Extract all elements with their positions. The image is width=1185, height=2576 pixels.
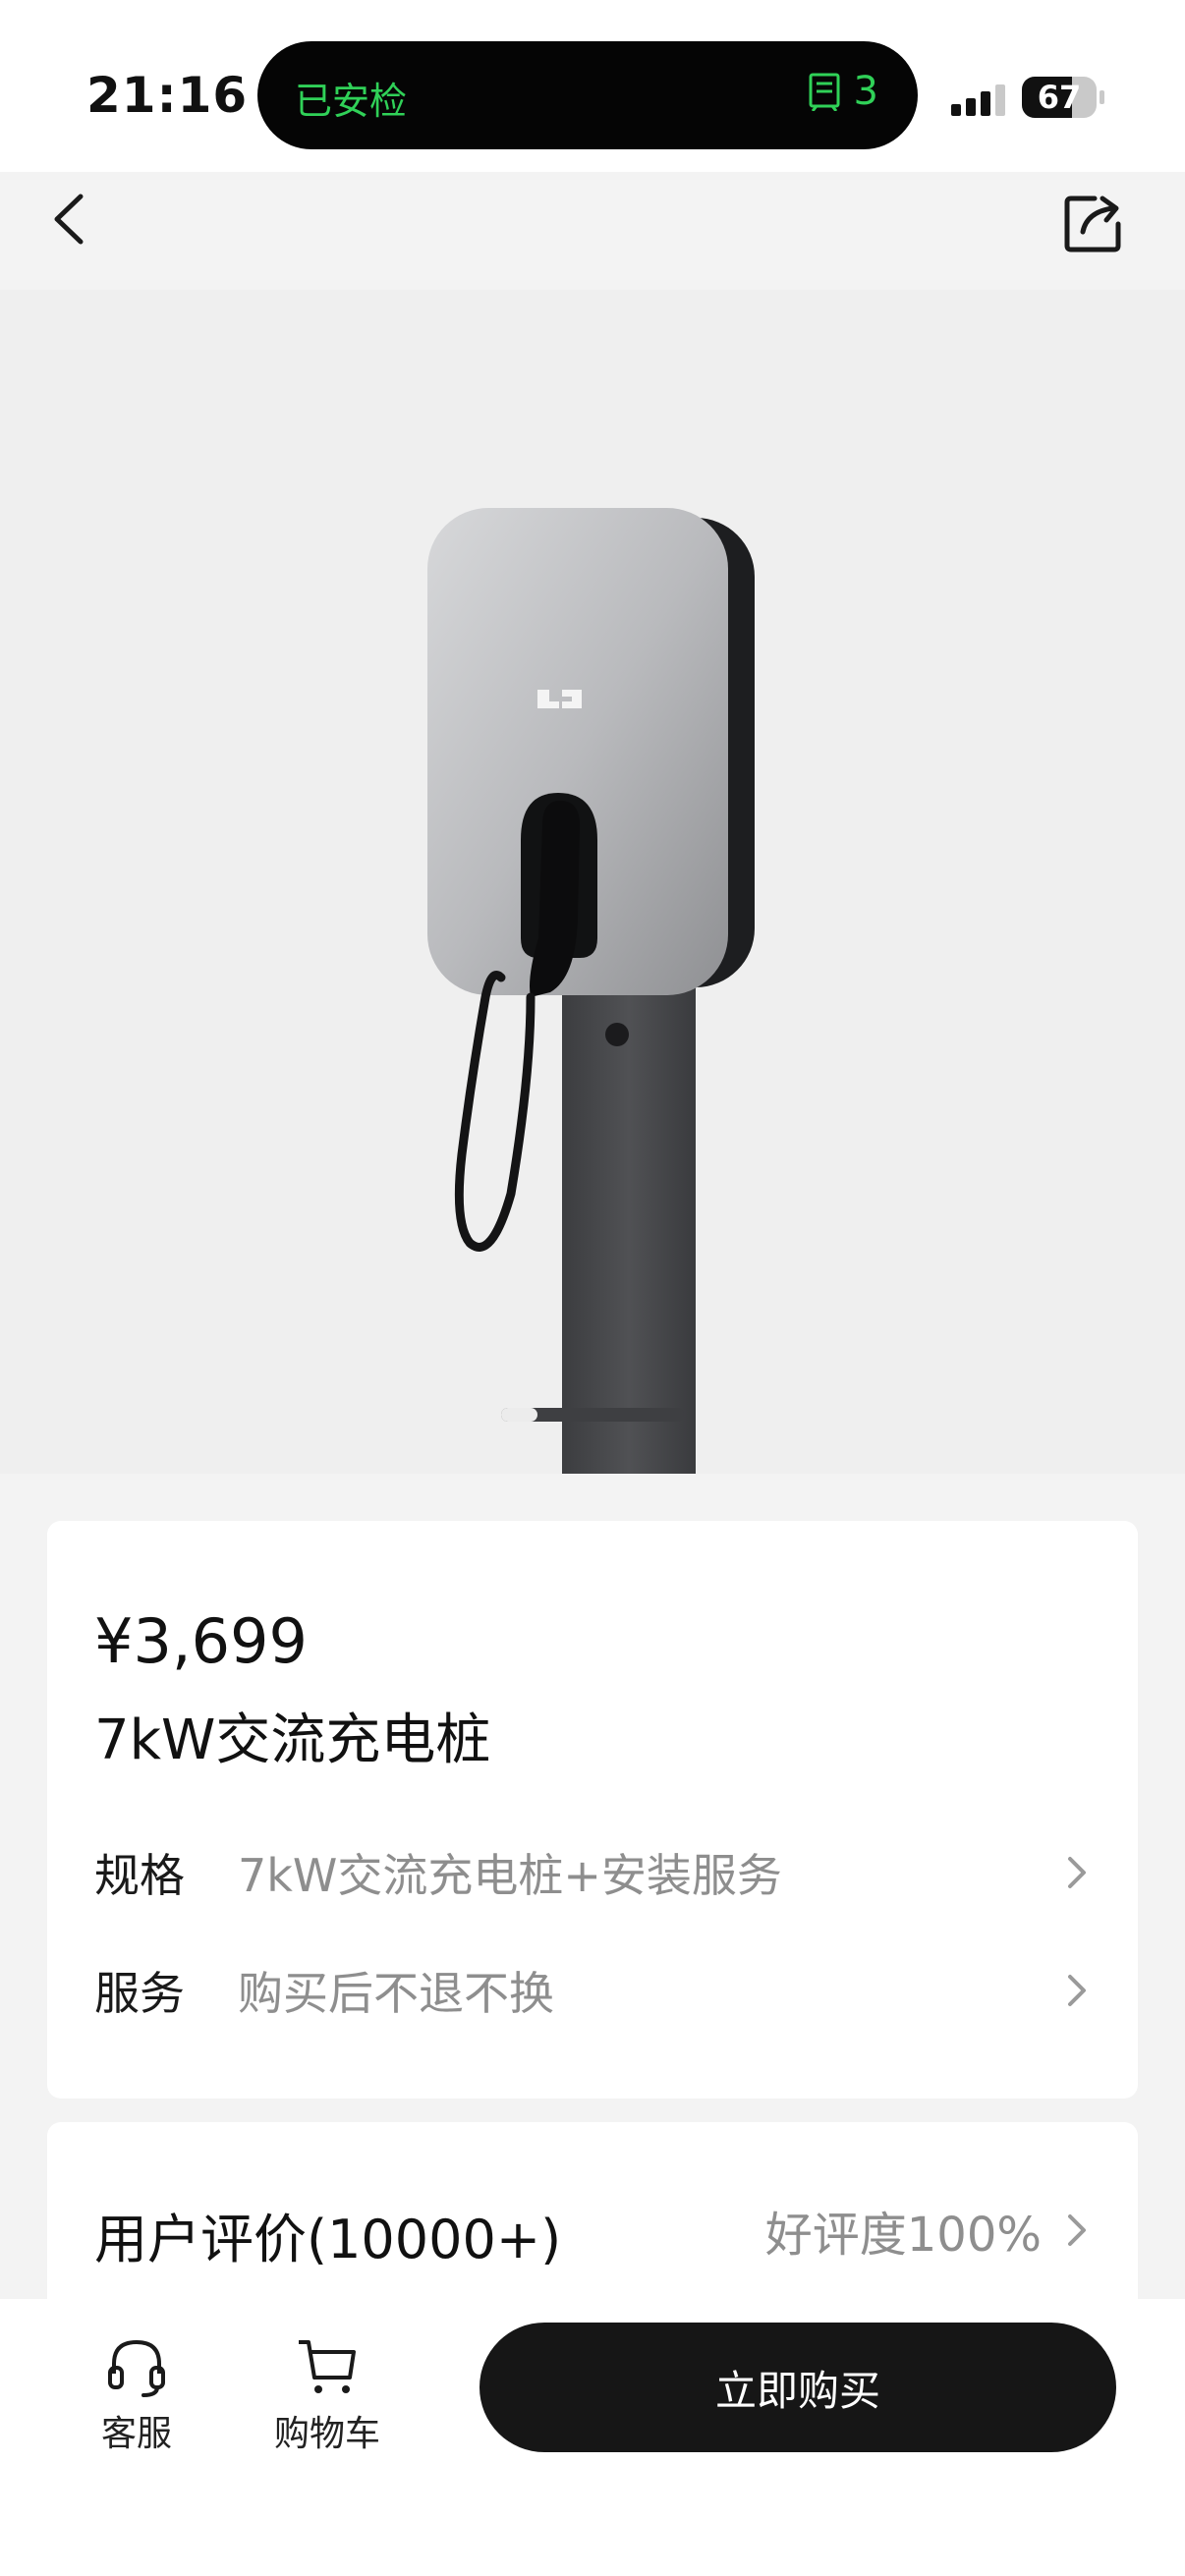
service-label: 服务 — [94, 1967, 185, 2020]
reviews-title: 用户评价(10000+) — [94, 2209, 562, 2270]
back-button[interactable] — [43, 183, 102, 255]
island-security-text: 已安检 — [295, 80, 408, 123]
bottom-action-bar: 客服 购物车 立即购买 — [0, 2299, 1185, 2576]
service-row[interactable]: 服务 购买后不退不换 — [94, 1951, 1091, 2030]
battery-icon: 67 — [1022, 77, 1097, 118]
ev-charger-photo — [427, 508, 755, 1474]
cart-button[interactable]: 购物车 — [263, 2334, 391, 2456]
status-bar: 21:16 已安检 3 67 — [0, 0, 1185, 172]
product-image-carousel[interactable] — [0, 290, 1185, 1474]
cart-label: 购物车 — [273, 2414, 380, 2454]
product-info-card: ¥3,699 7kW交流充电桩 规格 7kW交流充电桩+安装服务 服务 购买后不… — [47, 1521, 1138, 2099]
product-title: 7kW交流充电桩 — [94, 1708, 491, 1772]
chevron-right-icon — [1068, 1975, 1086, 2006]
headset-icon — [108, 2339, 165, 2397]
share-icon — [1064, 196, 1121, 252]
chevron-right-icon — [1068, 2214, 1086, 2246]
reviews-rate: 好评度100% — [764, 2208, 1042, 2263]
chevron-left-icon — [54, 194, 84, 245]
reviews-link[interactable]: 好评度100% — [765, 2196, 1091, 2265]
buy-now-button[interactable]: 立即购买 — [480, 2323, 1116, 2452]
battery-percent: 67 — [1037, 79, 1082, 116]
queue-icon — [809, 73, 840, 111]
status-time: 21:16 — [86, 67, 249, 124]
carousel-pager-active — [501, 1408, 538, 1422]
chevron-right-icon — [1068, 1857, 1086, 1888]
spec-row[interactable]: 规格 7kW交流充电桩+安装服务 — [94, 1833, 1091, 1912]
product-price: ¥3,699 — [94, 1605, 308, 1677]
customer-service-button[interactable]: 客服 — [73, 2334, 200, 2456]
customer-service-label: 客服 — [100, 2414, 172, 2454]
service-value: 购买后不退不换 — [238, 1967, 554, 2020]
cellular-signal-icon — [951, 84, 1006, 116]
spec-label: 规格 — [94, 1849, 185, 1902]
dynamic-island[interactable]: 已安检 3 — [257, 41, 918, 149]
cart-icon — [299, 2340, 356, 2393]
spec-value: 7kW交流充电桩+安装服务 — [238, 1849, 782, 1902]
carousel-pager — [501, 1408, 684, 1422]
island-count: 3 — [807, 69, 878, 114]
island-count-value: 3 — [853, 69, 878, 114]
battery-cap — [1100, 90, 1104, 104]
share-button[interactable] — [1061, 187, 1130, 255]
